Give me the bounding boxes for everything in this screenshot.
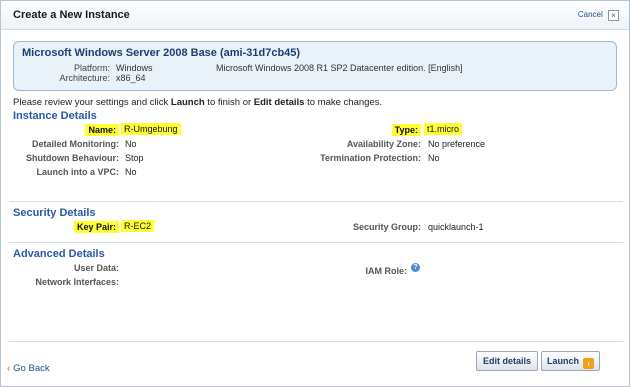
monitoring-label: Detailed Monitoring: xyxy=(32,139,119,149)
shutdown-value: Stop xyxy=(125,153,144,163)
availability-zone-label: Availability Zone: xyxy=(346,139,421,149)
cancel-link[interactable]: Cancel xyxy=(578,10,603,19)
termination-value: No xyxy=(428,153,440,163)
name-label: Name: xyxy=(11,124,119,136)
intro-prefix: Please review your settings and click xyxy=(13,97,171,108)
dialog-titlebar: Create a New Instance Cancel × xyxy=(1,1,629,30)
close-icon[interactable]: × xyxy=(608,10,619,21)
key-pair-label: Key Pair: xyxy=(11,221,119,233)
dialog-title: Create a New Instance xyxy=(13,9,130,21)
intro-launch-word: Launch xyxy=(170,97,205,108)
cancel-control[interactable]: Cancel × xyxy=(578,10,619,21)
launch-button-label[interactable]: Launch xyxy=(547,356,579,366)
ami-summary-box: Microsoft Windows Server 2008 Base (ami-… xyxy=(13,41,617,91)
key-pair-value: R-EC2 xyxy=(121,220,155,232)
network-interfaces-label: Network Interfaces: xyxy=(35,277,119,287)
review-instructions: Please review your settings and click La… xyxy=(13,97,382,108)
platform-value: Windows xyxy=(116,63,153,73)
intro-edit-word: Edit details xyxy=(253,97,305,108)
go-back-label[interactable]: Go Back xyxy=(13,363,49,374)
edit-details-button[interactable]: Edit details xyxy=(476,351,538,371)
chevron-left-icon: ‹ xyxy=(7,363,11,374)
ami-description: Microsoft Windows 2008 R1 SP2 Datacenter… xyxy=(216,63,463,73)
iam-role-label: IAM Role: xyxy=(365,266,408,276)
type-value: t1.micro xyxy=(424,123,463,135)
section-divider xyxy=(9,201,623,202)
monitoring-value: No xyxy=(125,139,137,149)
help-icon[interactable]: ? xyxy=(411,263,420,272)
architecture-label: Architecture: xyxy=(59,73,110,83)
availability-zone-value: No preference xyxy=(428,139,486,149)
user-data-label: User Data: xyxy=(73,263,119,273)
ami-title: Microsoft Windows Server 2008 Base (ami-… xyxy=(22,47,301,59)
arrow-right-icon: › xyxy=(583,358,594,369)
security-details-title: Security Details xyxy=(13,207,96,219)
intro-suffix: to make changes. xyxy=(304,97,383,108)
section-divider xyxy=(9,242,623,243)
type-label: Type: xyxy=(301,124,421,136)
shutdown-label: Shutdown Behaviour: xyxy=(26,153,119,163)
platform-label: Platform: xyxy=(73,63,110,73)
go-back-link[interactable]: ‹ Go Back xyxy=(7,363,50,374)
footer-divider xyxy=(9,341,623,342)
name-value: R-Umgebung xyxy=(121,123,181,135)
create-instance-dialog: Create a New Instance Cancel × Microsoft… xyxy=(0,0,630,387)
termination-label: Termination Protection: xyxy=(320,153,421,163)
security-group-value: quicklaunch-1 xyxy=(428,222,484,232)
vpc-value: No xyxy=(125,167,137,177)
security-group-label: Security Group: xyxy=(352,222,421,232)
intro-middle: to finish or xyxy=(204,97,254,108)
instance-details-title: Instance Details xyxy=(13,110,97,122)
architecture-value: x86_64 xyxy=(116,73,146,83)
launch-button[interactable]: Launch › xyxy=(541,351,600,371)
advanced-details-title: Advanced Details xyxy=(13,248,105,260)
vpc-label: Launch into a VPC: xyxy=(36,167,119,177)
